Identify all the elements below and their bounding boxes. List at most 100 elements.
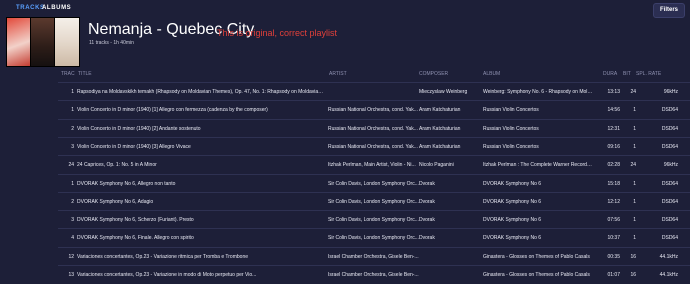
playlist-cover-art	[6, 17, 80, 67]
track-bit-depth: 16	[630, 272, 636, 278]
track-number: 2	[71, 125, 74, 132]
column-header-bit[interactable]: BIT	[623, 71, 631, 77]
track-composer: Aram Katchaturian	[419, 143, 461, 150]
track-duration: 13:13	[607, 89, 620, 95]
column-header-track[interactable]: TRAC	[61, 71, 75, 77]
track-artist: Sir Colin Davis, London Symphony Orc...	[328, 235, 419, 242]
track-title: Violin Concerto in D minor (1940) [2] An…	[77, 125, 201, 132]
track-duration: 14:56	[607, 107, 620, 114]
track-row[interactable]: 3 Violin Concerto in D minor (1940) [3] A…	[58, 136, 690, 156]
track-title: DVORAK Symphony No 6, Allegro non tanto	[77, 180, 176, 187]
track-bit-depth: 24	[630, 162, 636, 169]
album-cover-2	[30, 17, 56, 67]
column-header-artist[interactable]: ARTIST	[329, 71, 347, 77]
track-row[interactable]: 4 DVORAK Symphony No 6, Finale. Allegro c…	[58, 228, 690, 247]
track-title: Variaciones concertantes, Op.23 - Variaz…	[77, 253, 249, 260]
track-artist: Russian National Orchestra, cond. Yak...	[328, 107, 418, 114]
track-composer: Aram Katchaturian	[419, 107, 461, 114]
track-album: Weinberg: Symphony No. 6 - Rhapsody on M…	[483, 89, 593, 95]
track-row[interactable]: 1 Violin Concerto in D minor (1940) [1] A…	[58, 100, 690, 119]
track-sample-rate: DSD64	[661, 235, 678, 242]
track-sample-rate: DSD64	[661, 107, 678, 114]
track-album: DVORAK Symphony No 6	[483, 217, 542, 224]
track-composer: Dvorak	[419, 198, 435, 205]
track-title: DVORAK Symphony No 6, Scherzo (Furiant).…	[77, 217, 194, 224]
track-title: Variaciones concertantes, Op.23 - Variaz…	[77, 272, 257, 278]
track-row[interactable]: 24 24 Caprices, Op. 1: No. 5 in A Minor It…	[58, 155, 690, 174]
track-bit-depth: 1	[633, 217, 636, 224]
track-title: Violin Concerto in D minor (1940) [1] Al…	[77, 107, 268, 114]
playlist-summary: 11 tracks - 1h 40min	[89, 40, 134, 46]
track-duration: 02:28	[607, 162, 620, 169]
track-number: 1	[71, 107, 74, 114]
track-bit-depth: 24	[630, 89, 636, 95]
tab-albums[interactable]: ALBUMS	[42, 5, 71, 11]
track-title: Rapsodiya na Moldavskikh temakh (Rhapsod…	[77, 89, 324, 95]
track-sample-rate: DSD64	[661, 217, 678, 224]
track-number: 3	[71, 143, 74, 150]
track-duration: 12:31	[607, 125, 620, 132]
track-title: DVORAK Symphony No 6, Finale. Allegro co…	[77, 235, 194, 242]
filters-button[interactable]: Filters	[653, 3, 685, 18]
track-title: DVORAK Symphony No 6, Adagio	[77, 198, 154, 205]
track-row[interactable]: 3 DVORAK Symphony No 6, Scherzo (Furiant)…	[58, 210, 690, 229]
album-cover-3	[54, 17, 80, 67]
annotation-note: This is original, correct playlist	[217, 28, 338, 38]
track-number: 2	[71, 198, 74, 205]
track-duration: 10:37	[607, 235, 620, 242]
track-duration: 09:16	[607, 143, 620, 150]
album-cover-1	[6, 17, 32, 67]
track-album: Ginastera - Glosses on Themes of Pablo C…	[483, 272, 590, 278]
track-sample-rate: DSD64	[661, 180, 678, 187]
track-row[interactable]: 12 Variaciones concertantes, Op.23 - Vari…	[58, 246, 690, 266]
track-artist: Itzhak Perlman, Main Artist, Violin - Ni…	[328, 162, 416, 169]
track-title: Violin Concerto in D minor (1940) [3] Al…	[77, 143, 191, 150]
column-header-album[interactable]: ALBUM	[483, 71, 500, 77]
track-composer: Mieczyslaw Weinberg	[419, 89, 468, 95]
track-album: Russian Violin Concertos	[483, 107, 539, 114]
track-duration: 00:35	[607, 253, 620, 260]
track-duration: 07:56	[607, 217, 620, 224]
track-album: Ginastera - Glosses on Themes of Pablo C…	[483, 253, 590, 260]
track-sample-rate: 96kHz	[663, 162, 678, 169]
track-duration: 01:07	[607, 272, 620, 278]
track-number: 12	[68, 253, 74, 260]
track-bit-depth: 1	[633, 180, 636, 187]
track-sample-rate: DSD64	[661, 198, 678, 205]
track-composer: Aram Katchaturian	[419, 125, 461, 132]
track-number: 3	[71, 217, 74, 224]
track-composer: Dvorak	[419, 180, 435, 187]
column-header-sample-rate[interactable]: SPL. RATE	[636, 71, 661, 77]
track-row[interactable]: 1 DVORAK Symphony No 6, Allegro non tanto…	[58, 173, 690, 193]
track-album: Itzhak Perlman : The Complete Warner Rec…	[483, 162, 593, 169]
track-row[interactable]: 1 Rapsodiya na Moldavskikh temakh (Rhapso…	[58, 82, 690, 101]
column-header-duration[interactable]: DURA	[603, 71, 617, 77]
track-bit-depth: 16	[630, 253, 636, 260]
track-album: Russian Violin Concertos	[483, 143, 539, 150]
track-row[interactable]: 13 Variaciones concertantes, Op.23 - Vari…	[58, 265, 690, 284]
track-bit-depth: 1	[633, 198, 636, 205]
track-composer: Nicolo Paganini	[419, 162, 454, 169]
track-sample-rate: 44.1kHz	[659, 272, 678, 278]
track-sample-rate: DSD64	[661, 125, 678, 132]
track-album: DVORAK Symphony No 6	[483, 198, 542, 205]
track-artist: Russian National Orchestra, cond. Yak...	[328, 143, 418, 150]
column-header-title[interactable]: TITLE	[78, 71, 92, 77]
track-duration: 12:12	[607, 198, 620, 205]
top-navigation: TRACKS ALBUMS Filters	[0, 0, 690, 20]
track-sample-rate: DSD64	[661, 143, 678, 150]
column-header-composer[interactable]: COMPOSER	[419, 71, 448, 77]
track-row[interactable]: 2 DVORAK Symphony No 6, Adagio Sir Colin D…	[58, 191, 690, 211]
track-album: Russian Violin Concertos	[483, 125, 539, 132]
track-composer: Dvorak	[419, 235, 435, 242]
track-album: DVORAK Symphony No 6	[483, 235, 542, 242]
track-number: 1	[71, 180, 74, 187]
track-row[interactable]: 2 Violin Concerto in D minor (1940) [2] A…	[58, 118, 690, 138]
track-number: 4	[71, 235, 74, 242]
track-number: 13	[68, 272, 74, 278]
track-number: 24	[68, 162, 74, 169]
track-composer: Dvorak	[419, 217, 435, 224]
track-artist: Russian National Orchestra, cond. Yak...	[328, 125, 418, 132]
track-title: 24 Caprices, Op. 1: No. 5 in A Minor	[77, 162, 157, 169]
tab-tracks[interactable]: TRACKS	[16, 5, 45, 11]
